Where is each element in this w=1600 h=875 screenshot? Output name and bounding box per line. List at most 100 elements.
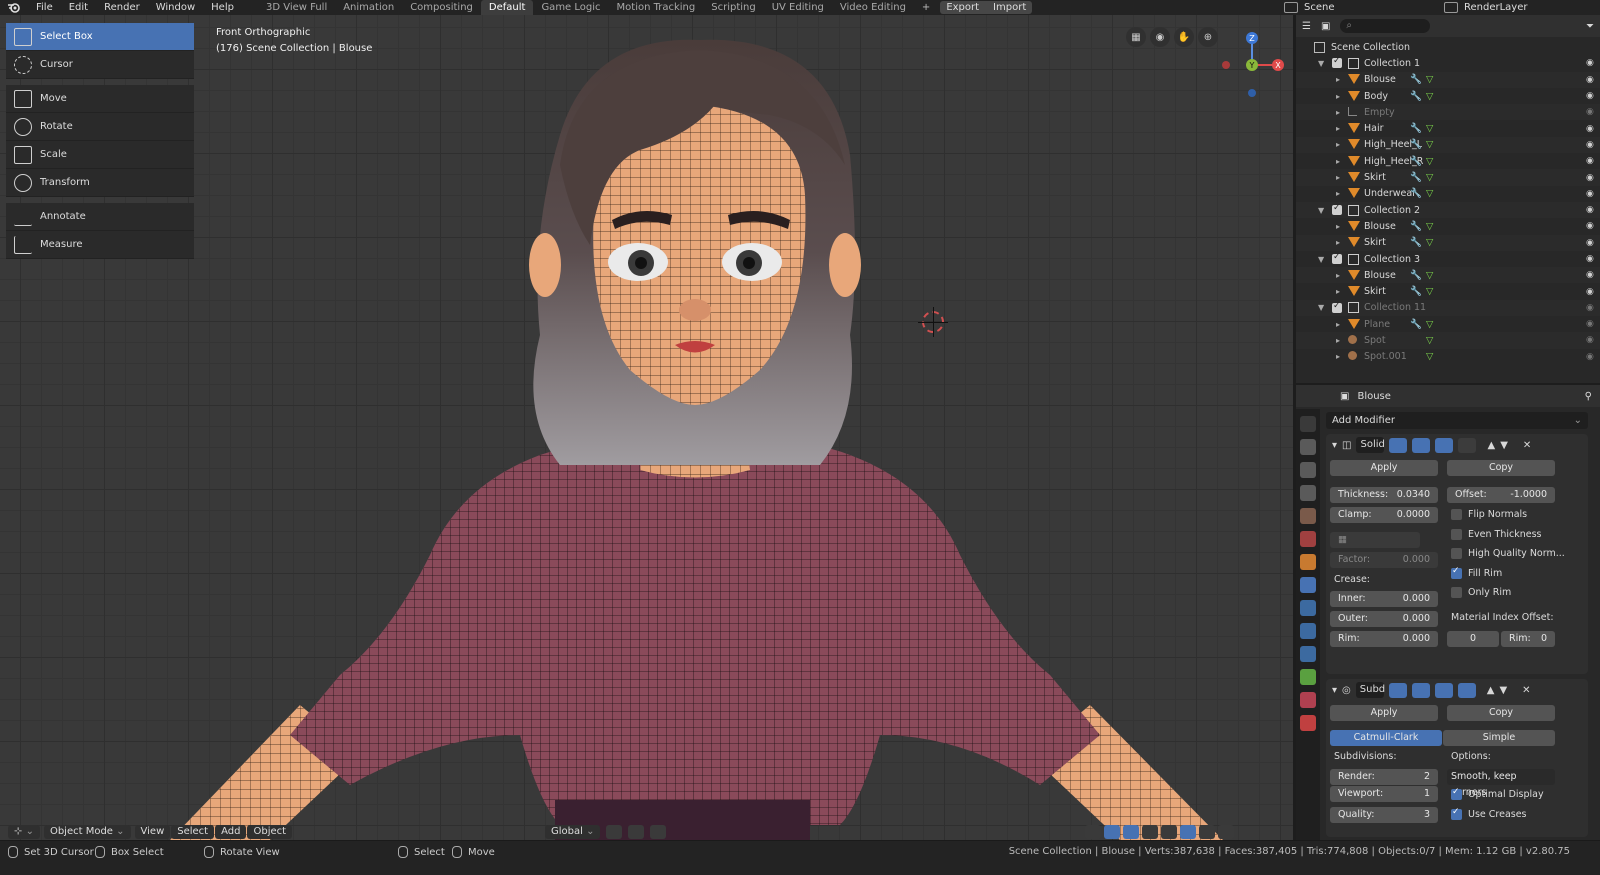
tab-scripting[interactable]: Scripting [703,0,763,15]
expand-arrow-icon[interactable]: ▸ [1336,92,1340,101]
mesh-data-icon[interactable]: ▽ [1426,139,1433,150]
blender-logo-icon[interactable] [0,0,28,15]
edit-mode-toggle-icon[interactable] [1388,682,1407,698]
mesh-data-tab-icon[interactable] [1300,669,1316,685]
object-tab-icon[interactable] [1300,554,1316,570]
outliner-editor-icon[interactable]: ☰ [1302,21,1311,32]
display-mode-icon[interactable]: ▣ [1321,21,1330,32]
mesh-data-icon[interactable]: ▽ [1426,156,1433,167]
menu-select[interactable]: Select [171,824,215,839]
tab-motion-tracking[interactable]: Motion Tracking [609,0,704,15]
pivot-icon[interactable] [606,824,623,839]
tab-3d-view-full[interactable]: 3D View Full [258,0,335,15]
expand-arrow-icon[interactable]: ▸ [1336,75,1340,84]
outliner-object-row[interactable]: ▸ Empty ◉ [1296,104,1600,121]
move-up-icon[interactable]: ▲ [1487,685,1495,696]
tab-video-editing[interactable]: Video Editing [832,0,914,15]
visibility-eye-icon[interactable]: ◉ [1586,91,1594,101]
edit-mode-toggle-icon[interactable] [1389,437,1408,453]
expand-arrow-icon[interactable]: ▸ [1336,320,1340,329]
modifier-wrench-icon[interactable]: 🔧 [1410,139,1422,150]
visibility-eye-icon[interactable]: ◉ [1586,238,1594,248]
subdivision-name-field[interactable]: Subd [1355,682,1385,698]
rim-field[interactable]: Rim: 0.000 [1330,631,1438,647]
cage-toggle-icon[interactable] [1457,682,1476,698]
visibility-icon[interactable] [1085,824,1101,839]
gizmo-toggle-icon[interactable] [1104,824,1120,839]
outliner-object-row[interactable]: ▸ Hair 🔧 ▽ ◉ [1296,120,1600,136]
visibility-eye-icon[interactable]: ◉ [1586,107,1594,117]
offset-field[interactable]: Offset: -1.0000 [1447,487,1555,503]
export-button[interactable]: Export [946,2,979,13]
material-shading-icon[interactable] [1199,824,1215,839]
only-rim-checkbox[interactable]: Only Rim [1451,587,1511,598]
render-levels-field[interactable]: Render: 2 [1330,769,1438,785]
modifier-wrench-icon[interactable]: 🔧 [1410,270,1422,281]
collection-checkbox[interactable] [1332,56,1342,69]
render-layer-selector[interactable]: RenderLayer [1440,1,1600,14]
expand-arrow-icon[interactable]: ▼ [1318,255,1324,264]
visibility-eye-icon[interactable]: ◉ [1586,156,1594,166]
overlay-toggle-icon[interactable] [1123,824,1139,839]
outliner-collection-row[interactable]: ▼ Collection 1 ◉ [1296,55,1600,71]
visibility-eye-icon[interactable]: ◉ [1586,319,1594,329]
move-up-icon[interactable]: ▲ [1487,440,1495,451]
solid-shading-icon[interactable] [1180,824,1196,839]
visibility-eye-icon[interactable]: ◉ [1586,303,1594,313]
mode-selector[interactable]: Object Mode [43,824,131,839]
outliner-object-row[interactable]: ▸ Skirt 🔧 ▽ ◉ [1296,283,1600,299]
modifier-wrench-icon[interactable]: 🔧 [1410,156,1422,167]
world-tab-icon[interactable] [1300,531,1316,547]
outliner-root[interactable]: Scene Collection [1296,39,1600,55]
grid-icon[interactable]: ▦ [1126,27,1146,47]
mesh-data-icon[interactable]: ▽ [1426,335,1433,346]
outliner-object-row[interactable]: ▸ Blouse 🔧 ▽ ◉ [1296,267,1600,284]
mesh-data-icon[interactable]: ▽ [1426,237,1433,248]
expand-arrow-icon[interactable]: ▼ [1318,206,1324,215]
quality-field[interactable]: Quality: 3 [1330,807,1438,823]
outliner-collection-row[interactable]: ▼ Collection 2 ◉ [1296,201,1600,219]
realtime-toggle-icon[interactable] [1411,682,1430,698]
proportional-edit-icon[interactable] [650,824,667,839]
mesh-data-icon[interactable]: ▽ [1426,91,1433,102]
axis-gizmo[interactable]: Z Y X [1218,23,1290,107]
outliner-object-row[interactable]: ▸ Skirt 🔧 ▽ ◉ [1296,234,1600,251]
xray-icon[interactable] [1142,824,1158,839]
outliner-search-input[interactable]: ⌕ [1340,19,1431,33]
cage-toggle-icon[interactable] [1458,437,1477,453]
subdivision-apply-button[interactable]: Apply [1330,705,1438,721]
tool-scale[interactable]: Scale [6,141,194,169]
visibility-eye-icon[interactable]: ◉ [1586,287,1594,297]
mesh-data-icon[interactable]: ▽ [1426,172,1433,183]
modifier-wrench-icon[interactable]: 🔧 [1410,286,1422,297]
expand-arrow-icon[interactable]: ▸ [1336,352,1340,361]
visibility-eye-icon[interactable]: ◉ [1586,75,1594,85]
view-layer-tab-icon[interactable] [1300,485,1316,501]
expand-arrow-icon[interactable]: ▸ [1336,189,1340,198]
tool-tab-icon[interactable] [1300,416,1316,432]
orientation-selector[interactable]: Global [545,824,601,839]
inner-field[interactable]: Inner: 0.000 [1330,591,1438,607]
realtime-toggle-icon[interactable] [1412,437,1431,453]
flip-normals-checkbox[interactable]: Flip Normals [1451,509,1527,520]
thickness-field[interactable]: Thickness: 0.0340 [1330,487,1438,503]
modifier-tab-icon[interactable] [1300,577,1316,593]
rendered-shading-icon[interactable] [1218,824,1234,839]
mesh-data-icon[interactable]: ▽ [1426,188,1433,199]
outliner-object-row[interactable]: ▸ Spot.001 ▽ ◉ [1296,349,1600,365]
solidify-copy-button[interactable]: Copy [1447,460,1555,476]
outliner-object-row[interactable]: ▸ Blouse 🔧 ▽ ◉ [1296,218,1600,234]
texture-tab-icon[interactable] [1300,715,1316,731]
tab-uv-editing[interactable]: UV Editing [764,0,832,15]
subdivision-copy-button[interactable]: Copy [1447,705,1555,721]
expand-arrow-icon[interactable]: ▸ [1336,222,1340,231]
fill-rim-checkbox[interactable]: Fill Rim [1451,566,1502,579]
menu-add[interactable]: Add [215,824,247,839]
outliner-object-row[interactable]: ▸ High_Heel_R 🔧 ▽ ◉ [1296,153,1600,169]
particles-tab-icon[interactable] [1300,600,1316,616]
tab-game-logic[interactable]: Game Logic [533,0,608,15]
scene-tab-icon[interactable] [1300,508,1316,524]
move-down-icon[interactable]: ▼ [1499,685,1507,696]
outliner-collection-row[interactable]: ▼ Collection 11 ◉ [1296,299,1600,317]
render-toggle-icon[interactable] [1435,437,1454,453]
